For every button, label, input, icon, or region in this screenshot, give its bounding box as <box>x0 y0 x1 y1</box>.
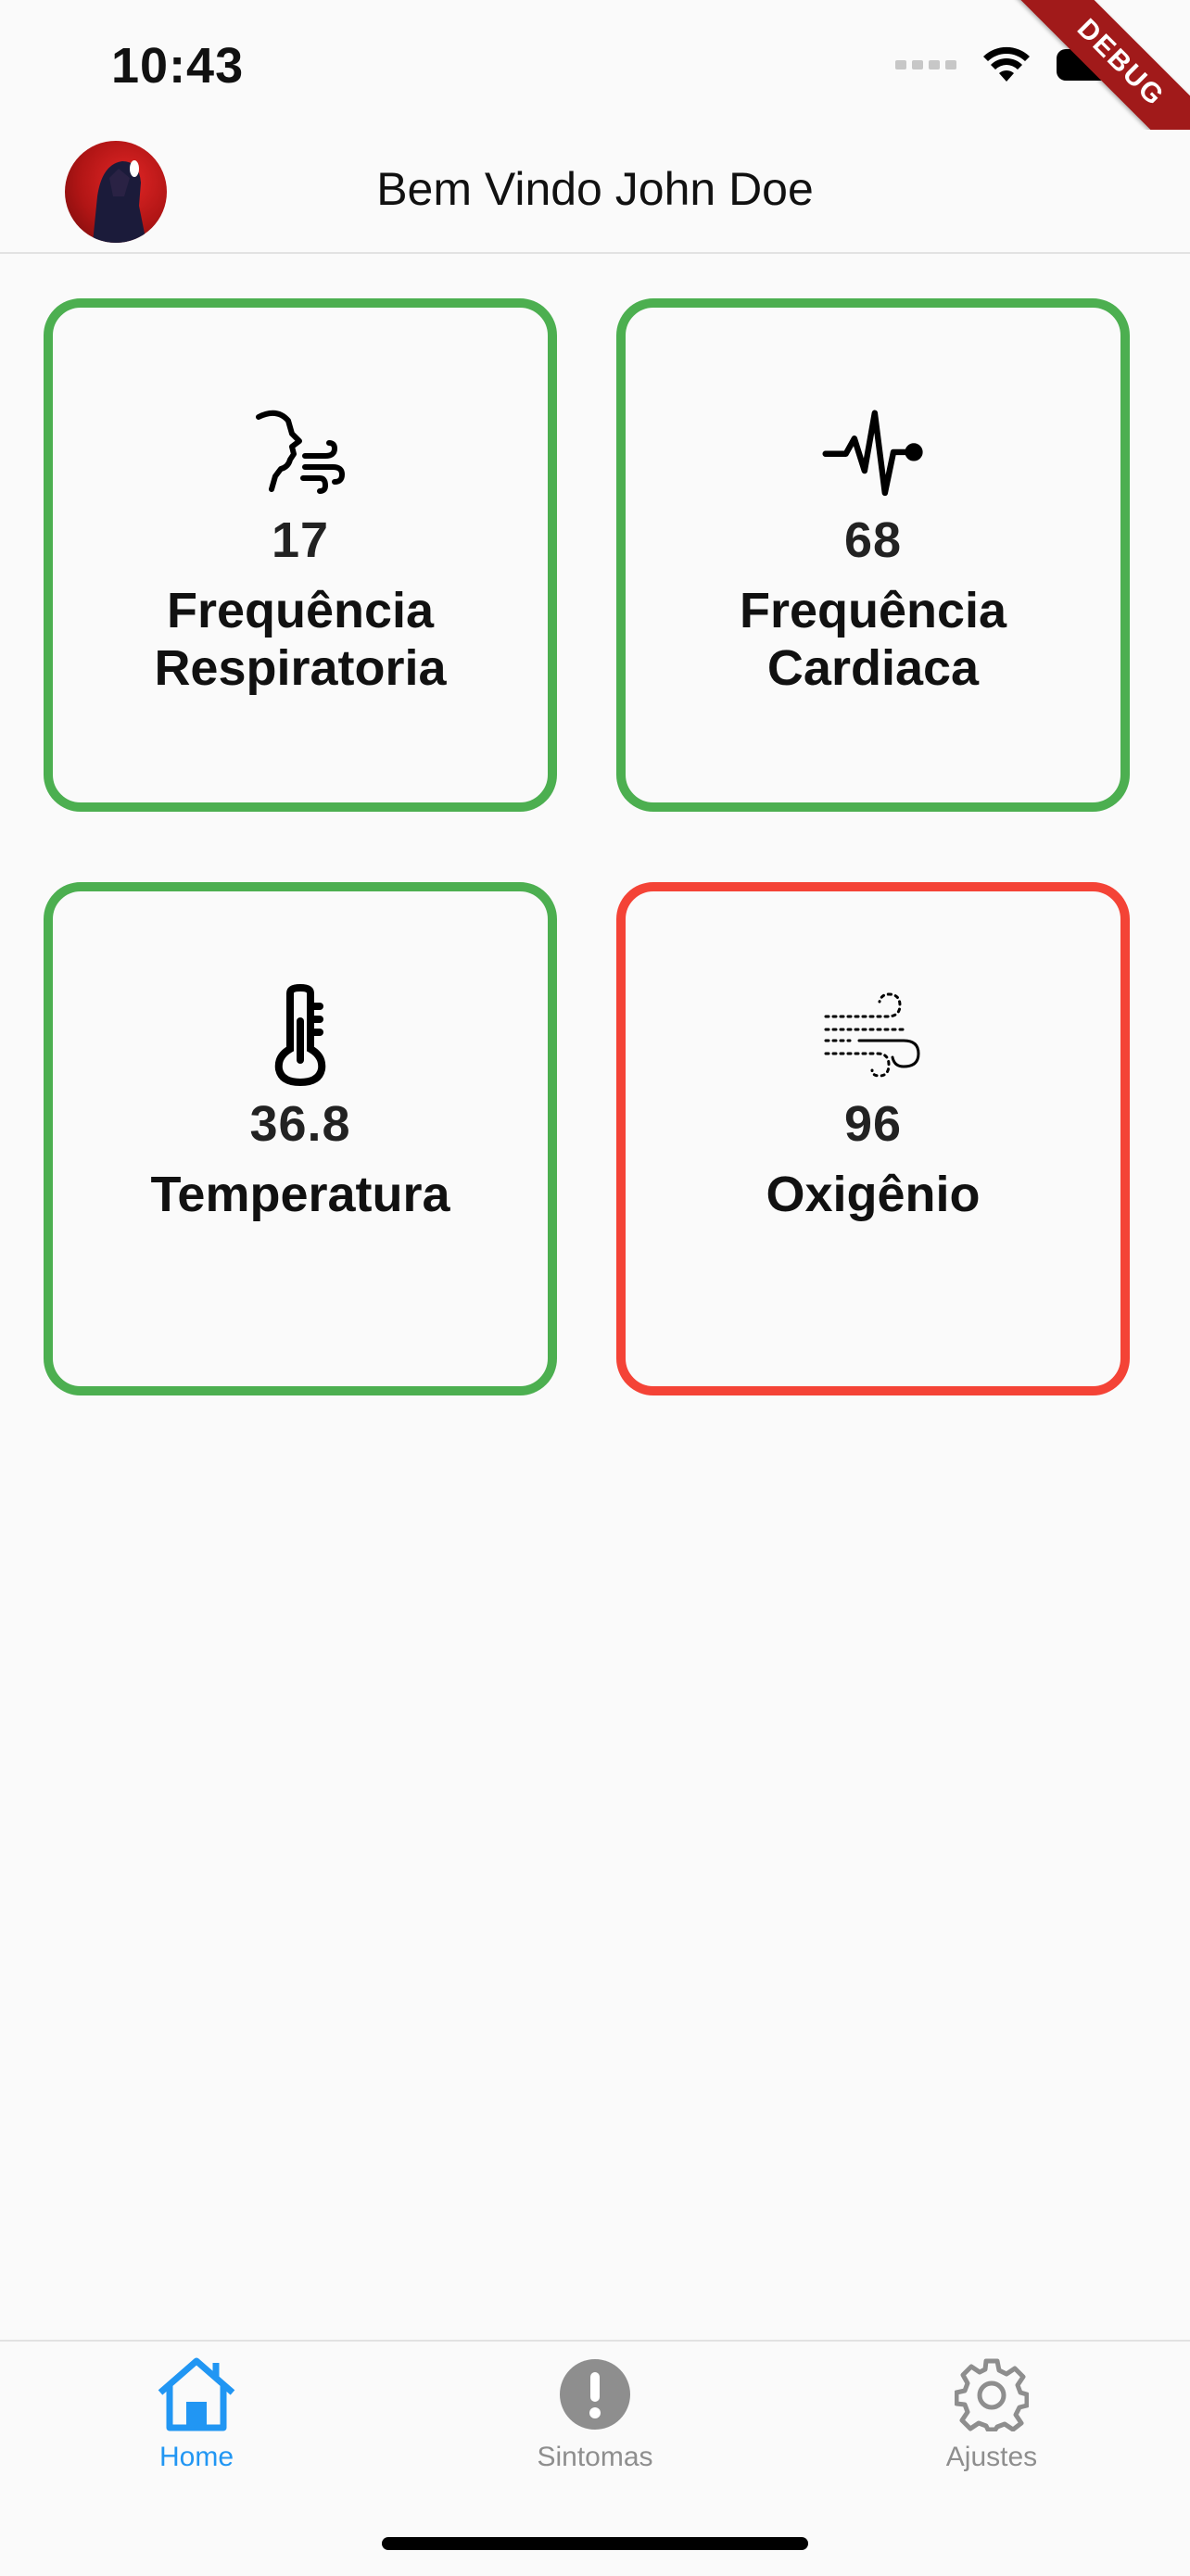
home-indicator <box>382 2537 808 2550</box>
heart-rate-label: Frequência Cardiaca <box>739 583 1007 696</box>
oxygen-card[interactable]: 96 Oxigênio <box>616 882 1130 1395</box>
wifi-icon <box>983 46 1030 82</box>
status-time: 10:43 <box>111 38 245 94</box>
respiratory-rate-value: 17 <box>271 512 330 568</box>
nav-label-sintomas: Sintomas <box>537 2442 653 2472</box>
heart-rate-value: 68 <box>843 512 903 568</box>
respiratory-rate-label: Frequência Respiratoria <box>154 583 447 696</box>
status-bar: 10:43 <box>0 0 1190 130</box>
temperature-card[interactable]: 36.8 Temperatura <box>44 882 557 1395</box>
exclamation-icon <box>553 2353 637 2436</box>
home-icon <box>155 2353 238 2436</box>
nav-item-home[interactable]: Home <box>57 2353 335 2473</box>
oxygen-label: Oxigênio <box>766 1167 981 1222</box>
heartbeat-pulse-icon <box>822 400 924 502</box>
temperature-label: Temperatura <box>150 1167 450 1222</box>
breathing-face-icon <box>249 400 351 502</box>
respiratory-rate-card[interactable]: 17 Frequência Respiratoria <box>44 298 557 812</box>
gear-icon <box>950 2353 1033 2436</box>
nav-item-sintomas[interactable]: Sintomas <box>456 2353 734 2473</box>
app-bar: Bem Vindo John Doe <box>0 130 1190 254</box>
thermometer-icon <box>249 984 351 1086</box>
heart-rate-card[interactable]: 68 Frequência Cardiaca <box>616 298 1130 812</box>
cellular-signal-icon <box>895 60 956 69</box>
wind-icon <box>822 984 924 1086</box>
page-title: Bem Vindo John Doe <box>376 163 814 215</box>
nav-label-home: Home <box>158 2442 234 2472</box>
nav-item-ajustes[interactable]: Ajustes <box>853 2353 1131 2473</box>
nav-label-ajustes: Ajustes <box>945 2442 1038 2472</box>
temperature-value: 36.8 <box>249 1096 351 1152</box>
oxygen-value: 96 <box>843 1096 903 1152</box>
